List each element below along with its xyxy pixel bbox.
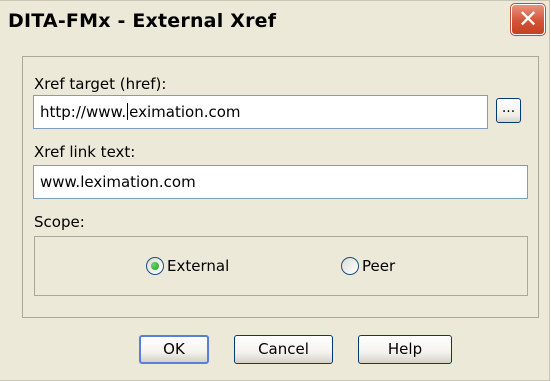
scope-group [34, 236, 528, 296]
text-caret [127, 103, 129, 120]
href-input[interactable]: http://www. eximation.com [33, 95, 488, 129]
href-value-before-caret: http://www. [40, 103, 127, 121]
scope-peer-label[interactable]: Peer [362, 257, 395, 275]
cancel-button[interactable]: Cancel [234, 335, 333, 364]
scope-label: Scope: [34, 213, 85, 231]
href-label: Xref target (href): [34, 75, 167, 93]
scope-external-radio[interactable] [146, 257, 164, 275]
window-title: DITA-FMx - External Xref [8, 10, 277, 32]
help-button[interactable]: Help [358, 335, 452, 364]
close-button[interactable]: ✕ [510, 3, 546, 36]
browse-button[interactable]: ... [496, 98, 521, 123]
radio-selected-dot [151, 262, 159, 270]
link-text-input[interactable]: www.leximation.com [33, 165, 528, 199]
ok-button[interactable]: OK [139, 335, 209, 364]
scope-peer-radio[interactable] [341, 257, 359, 275]
link-text-label: Xref link text: [34, 143, 136, 161]
close-icon: ✕ [517, 5, 539, 33]
title-bar[interactable]: DITA-FMx - External Xref ✕ [0, 1, 549, 41]
href-value-after-caret: eximation.com [129, 103, 241, 121]
scope-external-label[interactable]: External [167, 257, 229, 275]
